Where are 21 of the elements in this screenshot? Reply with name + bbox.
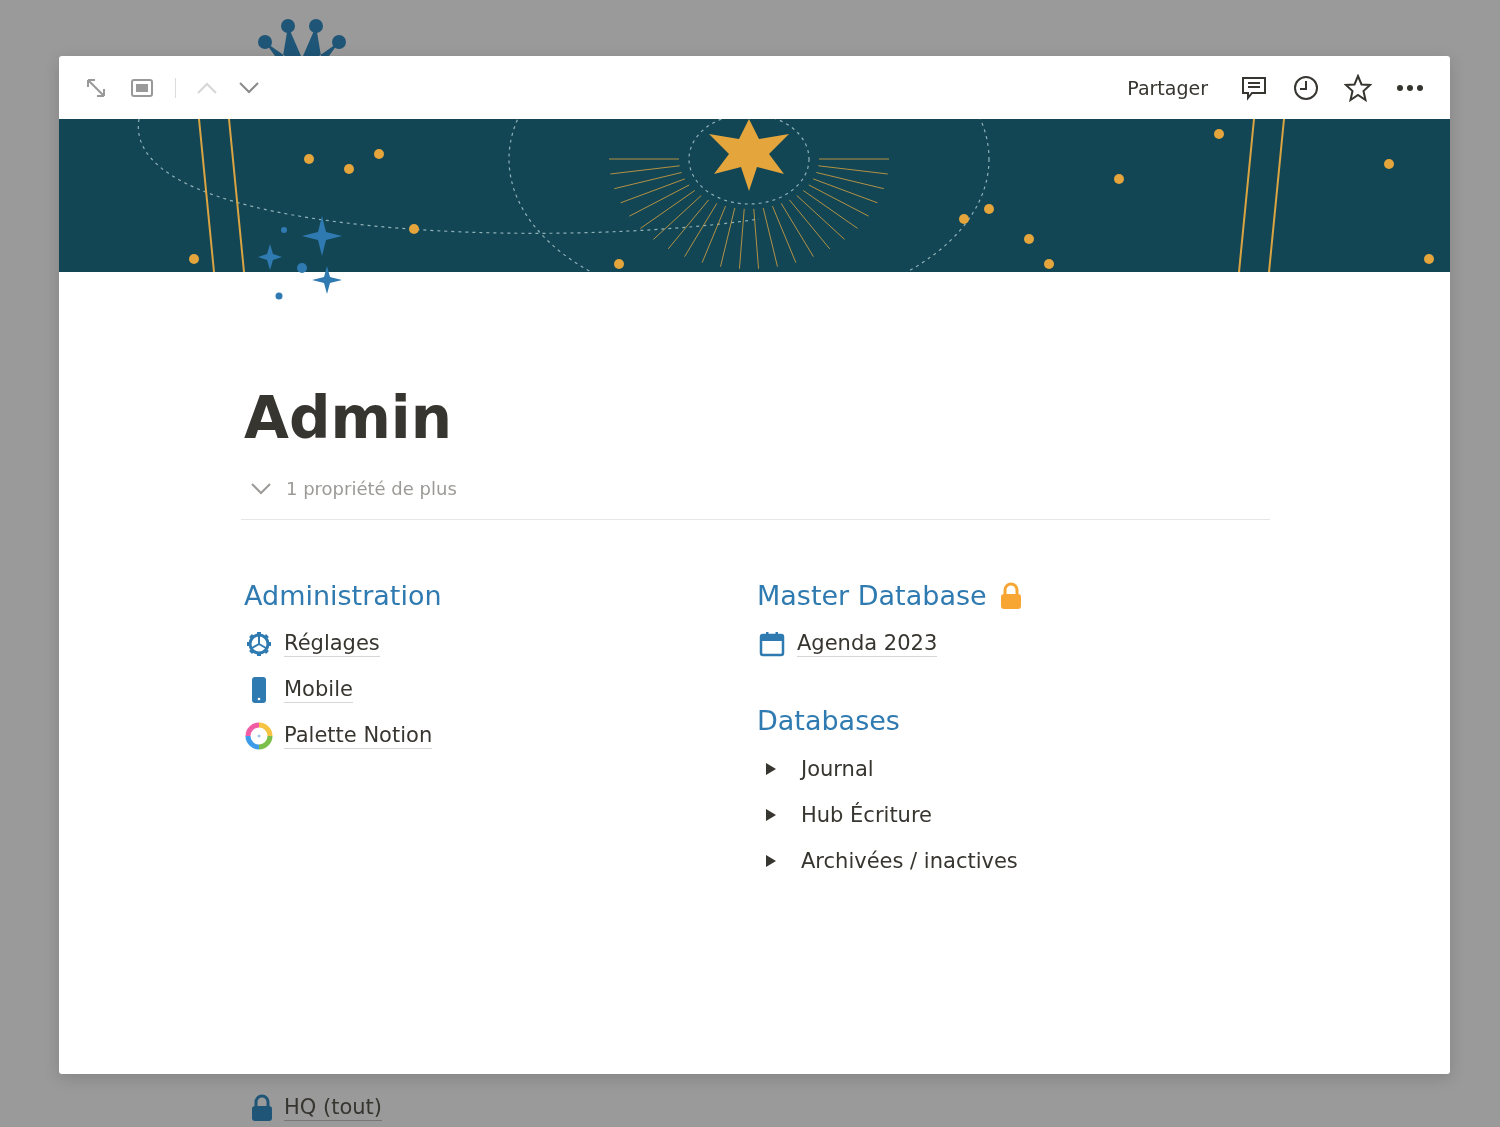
share-button[interactable]: Partager <box>1121 72 1214 103</box>
chevron-icon <box>250 481 272 496</box>
section-heading: Master Database <box>757 580 987 611</box>
color-ring-icon <box>244 721 274 751</box>
calendar-icon <box>757 629 787 659</box>
toggle-label: Archivées / inactives <box>801 849 1018 873</box>
gear-icon <box>244 629 274 659</box>
section-heading: Databases <box>757 705 900 736</box>
section-heading: Administration <box>244 580 442 611</box>
page-link[interactable]: Agenda 2023 <box>797 630 938 658</box>
toggle-label: Hub Écriture <box>801 803 933 827</box>
lock-icon <box>250 1094 274 1122</box>
page-link[interactable]: Palette Notion <box>284 722 433 750</box>
page-link[interactable]: Réglages <box>284 630 380 658</box>
panel-view-icon[interactable] <box>129 76 155 99</box>
page-link[interactable]: Mobile <box>284 676 353 704</box>
page-link[interactable]: HQ (tout) <box>284 1094 382 1122</box>
toggle-label: Journal <box>801 757 874 781</box>
lock-icon <box>998 581 1023 610</box>
page-title: Admin <box>244 384 453 452</box>
down-chevron-icon[interactable] <box>238 80 260 95</box>
